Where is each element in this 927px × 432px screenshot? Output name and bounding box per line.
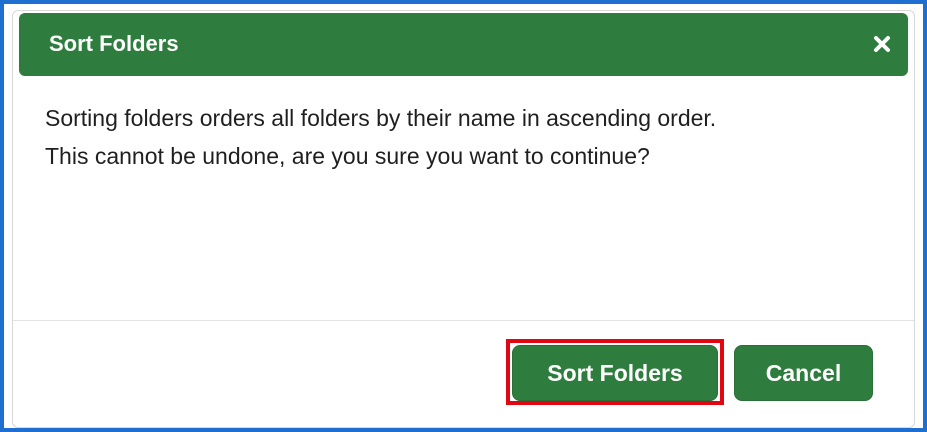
dialog-message-line-2: This cannot be undone, are you sure you … [45,143,650,169]
dialog-title: Sort Folders [49,31,179,56]
screenshot-frame: Sort Folders Sorting folders orders all … [0,0,927,432]
cancel-button[interactable]: Cancel [734,345,873,401]
dialog-message: Sorting folders orders all folders by th… [45,99,895,175]
dialog-message-line-1: Sorting folders orders all folders by th… [45,105,717,131]
close-icon[interactable] [870,32,894,56]
sort-folders-button[interactable]: Sort Folders [512,345,718,401]
dialog-header: Sort Folders [19,13,908,76]
dialog-divider [13,320,914,321]
sort-folders-dialog: Sort Folders Sorting folders orders all … [12,10,915,428]
dialog-actions: Sort Folders Cancel [13,337,914,417]
